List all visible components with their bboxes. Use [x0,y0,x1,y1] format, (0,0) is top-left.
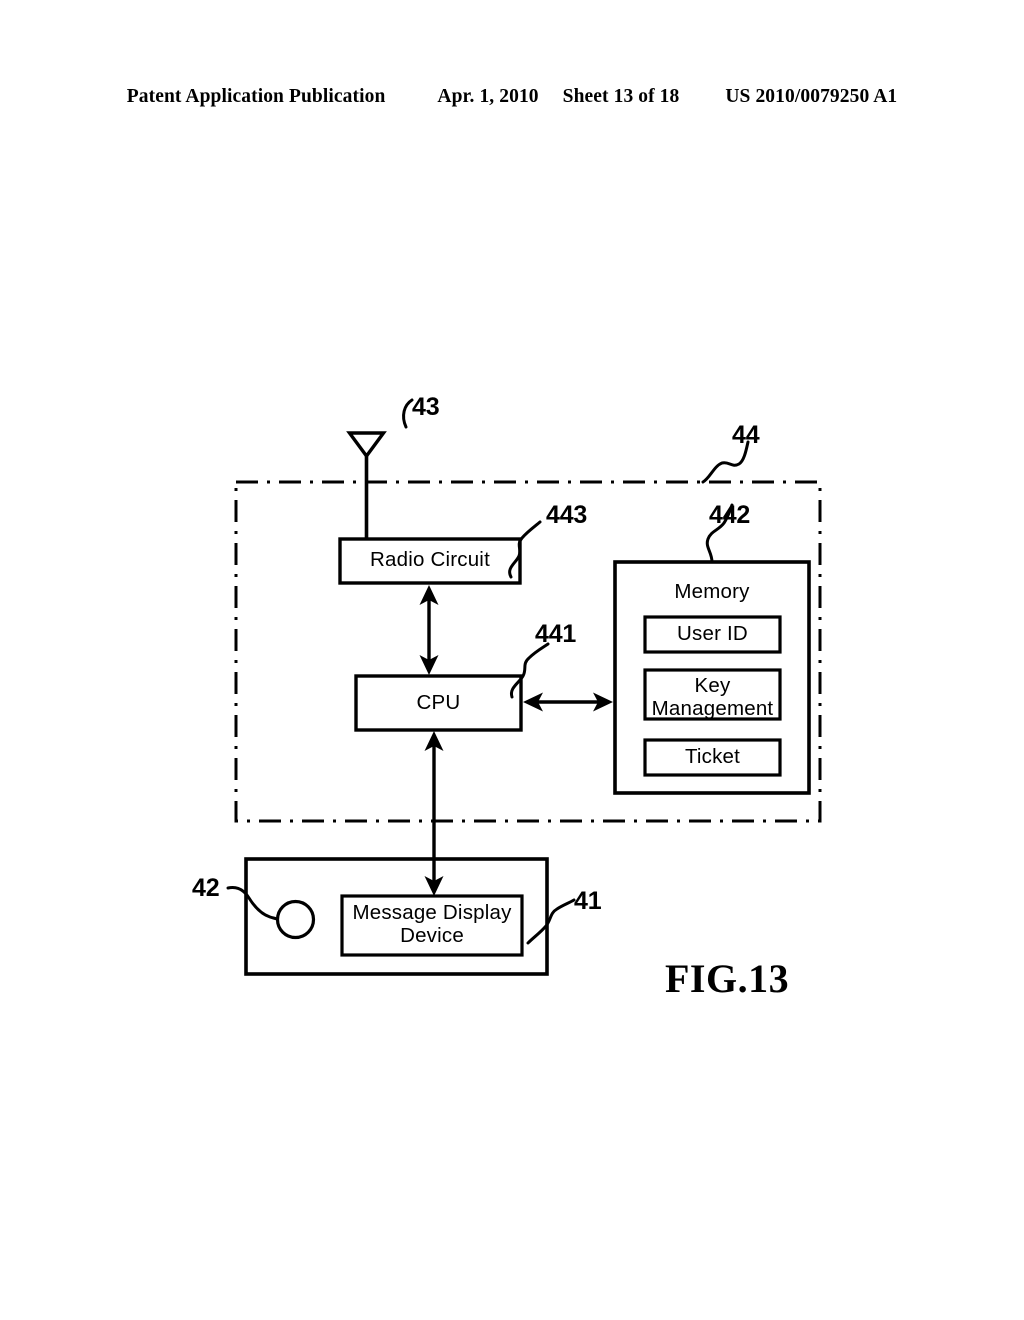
reference-numeral-441: 441 [535,620,577,648]
key-management-label-line1: Key [694,674,731,697]
figure-caption: FIG.13 [665,956,790,1001]
radio-circuit-label: Radio Circuit [370,548,490,571]
leader-line-42 [226,886,279,921]
ticket-label: Ticket [684,745,741,768]
message-display-label-line2: Device [400,924,464,948]
reference-numeral-44: 44 [732,421,760,449]
arrow-cpu-memory [523,692,613,712]
antenna-symbol [346,431,387,539]
key-management-label-line2: Management [651,697,774,721]
leader-line-43 [402,398,414,429]
leader-line-41 [526,898,576,945]
user-id-label: User ID [677,622,748,645]
reference-numeral-442: 442 [709,501,751,529]
arrow-radio-circuit-cpu [419,585,439,675]
reference-numeral-41: 41 [574,887,602,915]
figure-13-diagram: 43 44 443 442 441 42 41 Radio Circuit CP… [0,0,1024,1320]
reference-numeral-443: 443 [546,501,588,529]
arrow-cpu-message-display [424,731,444,896]
message-display-label-line1: Message Display [352,901,512,924]
memory-label: Memory [674,580,750,603]
reference-numeral-42: 42 [192,874,220,902]
diagram-vector-layer [226,398,822,976]
indicator-lamp-icon [275,899,316,940]
cpu-label: CPU [416,691,461,714]
reference-numeral-43: 43 [412,393,440,421]
